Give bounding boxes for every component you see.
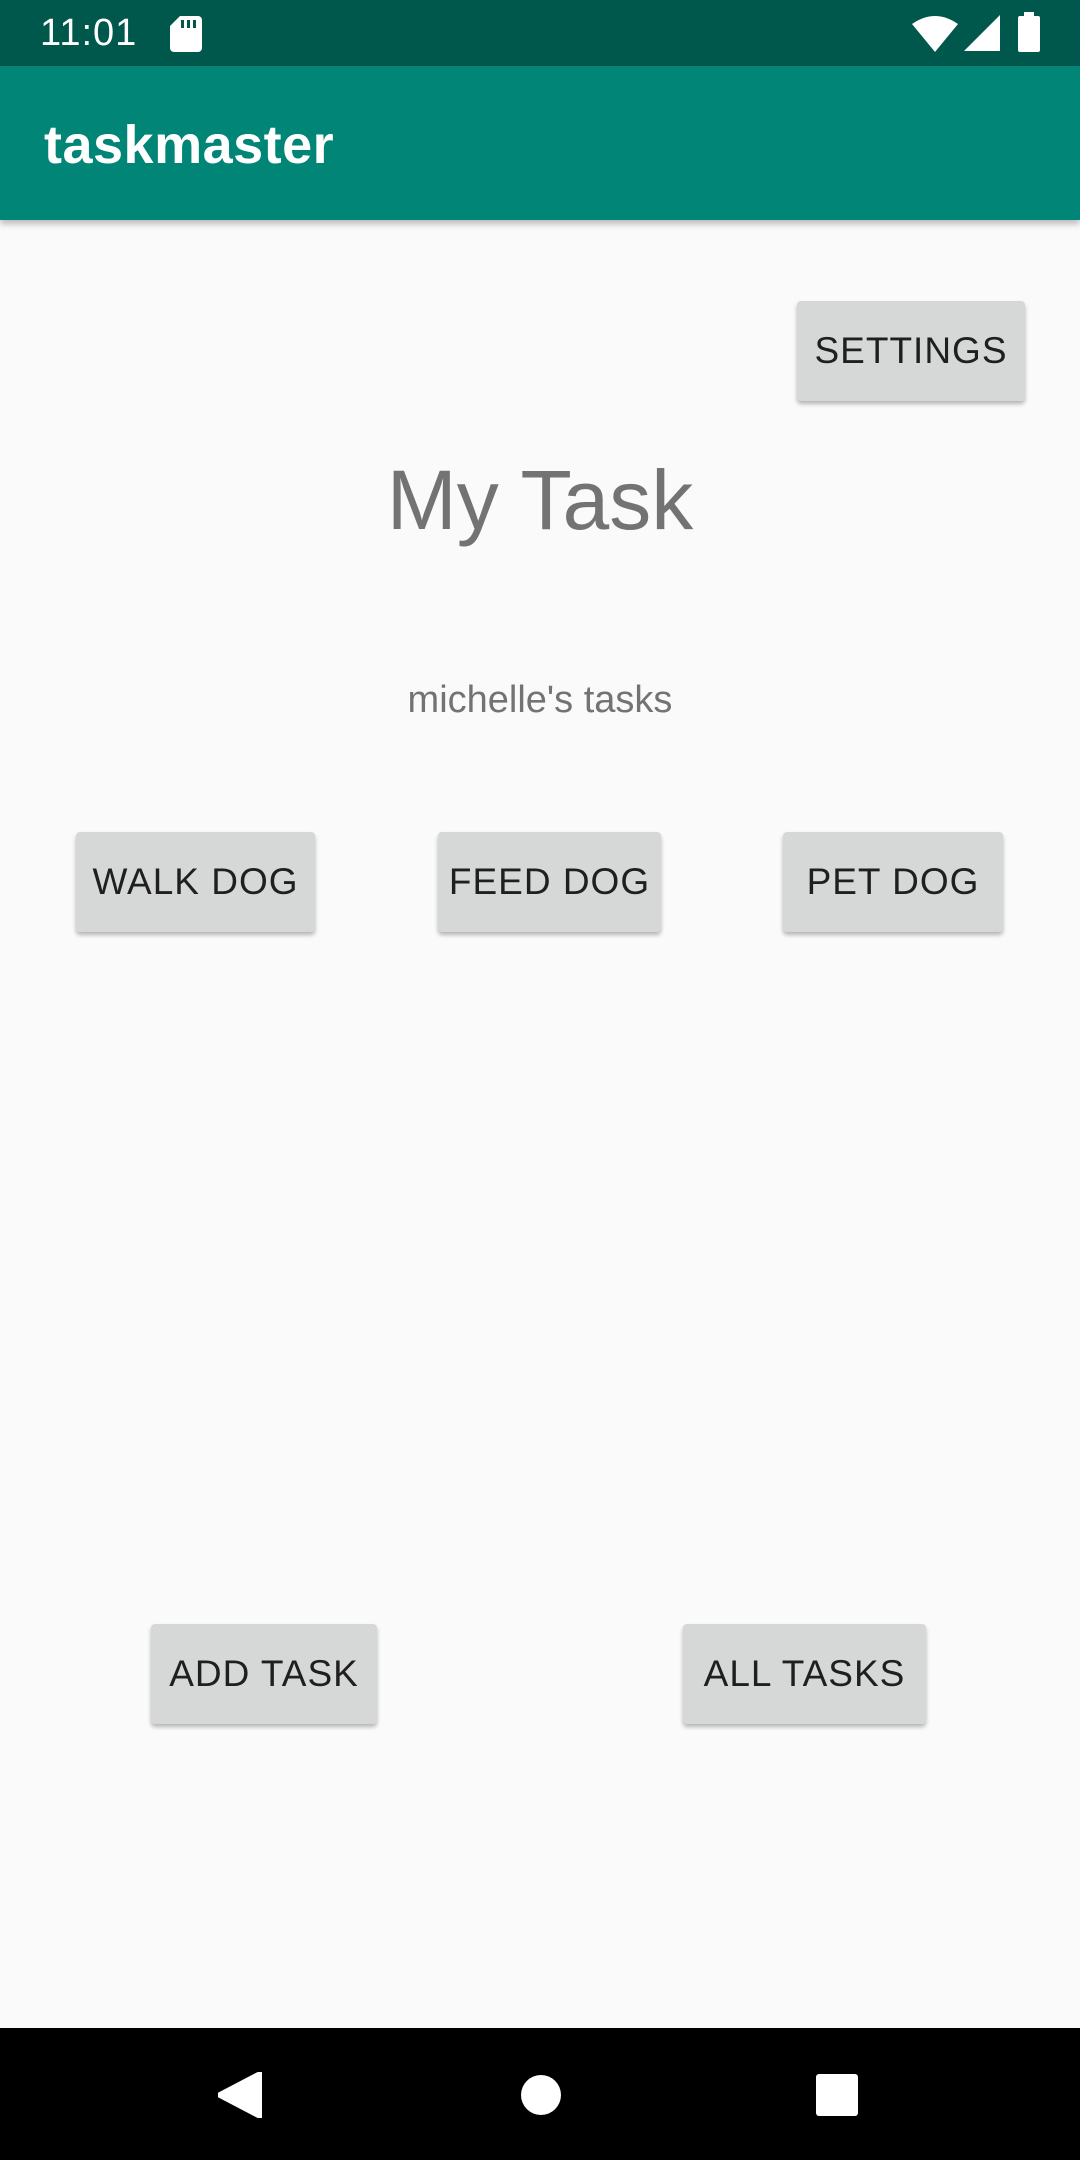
status-bar: 11:01 <box>0 0 1080 66</box>
cell-signal-icon <box>964 15 1000 51</box>
status-time: 11:01 <box>40 12 138 54</box>
feed-dog-button[interactable]: FEED DOG <box>438 832 661 932</box>
settings-button[interactable]: SETTINGS <box>797 301 1025 401</box>
page-title: My Task <box>386 453 694 547</box>
back-icon[interactable] <box>218 2072 262 2118</box>
sd-card-icon <box>170 16 202 52</box>
walk-dog-button[interactable]: WALK DOG <box>76 832 315 932</box>
recents-icon[interactable] <box>816 2074 858 2116</box>
add-task-button[interactable]: ADD TASK <box>151 1624 377 1724</box>
navigation-bar <box>0 2028 1080 2160</box>
app-bar: taskmaster <box>0 66 1080 220</box>
user-tasks-label: michelle's tasks <box>407 679 673 721</box>
home-icon[interactable] <box>520 2074 562 2116</box>
pet-dog-button[interactable]: PET DOG <box>783 832 1003 932</box>
app-title: taskmaster <box>44 115 335 175</box>
all-tasks-button[interactable]: ALL TASKS <box>683 1624 926 1724</box>
battery-icon <box>1018 12 1040 52</box>
wifi-icon <box>912 16 958 52</box>
